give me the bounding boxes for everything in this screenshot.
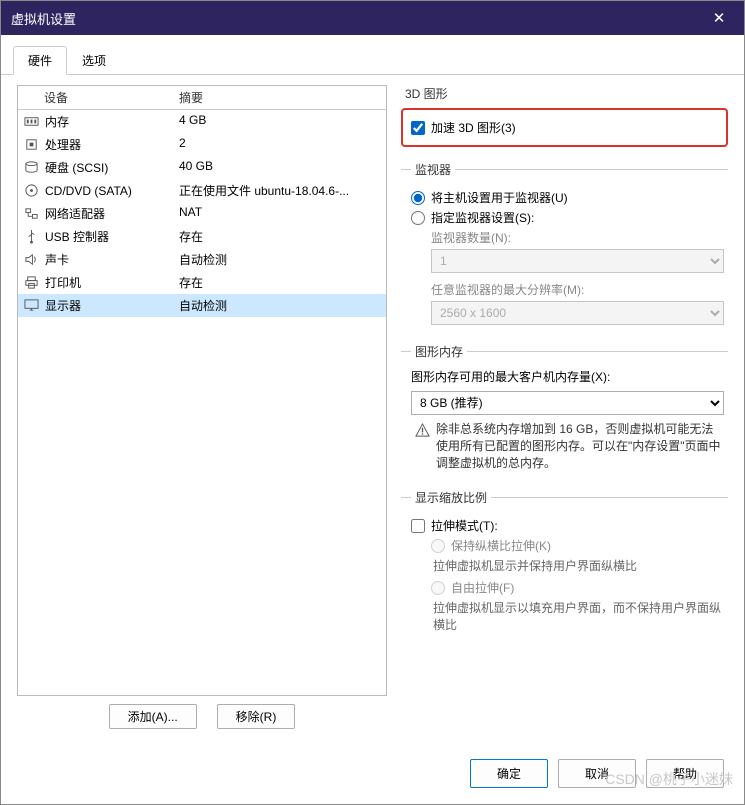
add-device-button[interactable]: 添加(A)... [109,704,197,729]
remove-device-button[interactable]: 移除(R) [217,704,296,729]
device-row-usb[interactable]: USB 控制器 存在 [18,225,386,248]
col-device: 设备 [24,89,179,106]
right-pane: 3D 图形 加速 3D 图形(3) 监视器 将主机设置用于监视器(U) 指定监视… [401,85,728,737]
panel-display-scaling: 显示缩放比例 拉伸模式(T): 保持纵横比拉伸(K) 拉伸虚拟机显示并保持用户界… [401,489,728,647]
use-host-monitor-label[interactable]: 将主机设置用于监视器(U) [431,189,568,206]
free-stretch-radio [431,581,445,595]
max-resolution-label: 任意监视器的最大分辨率(M): [431,281,724,298]
accelerate-3d-label[interactable]: 加速 3D 图形(3) [431,119,516,136]
keep-ratio-label: 保持纵横比拉伸(K) [451,537,551,554]
ok-button[interactable]: 确定 [470,759,548,788]
titlebar: 虚拟机设置 ✕ [1,1,744,35]
monitor-legend: 监视器 [411,161,455,178]
device-row-net[interactable]: 网络适配器 NAT [18,202,386,225]
panel-3d-graphics: 加速 3D 图形(3) [401,108,728,147]
warning-icon [415,423,430,438]
monitor-count-label: 监视器数量(N): [431,229,724,246]
stretch-mode-label[interactable]: 拉伸模式(T): [431,517,498,534]
cpu-icon [24,137,39,152]
keep-ratio-radio [431,539,445,553]
device-row-sound[interactable]: 声卡 自动检测 [18,248,386,271]
device-list: 设备 摘要 内存 4 GB 处理器 2 硬盘 (SCSI) 40 GB CD/ [17,85,387,696]
max-resolution-select: 2560 x 1600 [431,301,724,325]
close-icon[interactable]: ✕ [704,3,734,33]
specify-monitor-radio[interactable] [411,211,425,225]
disk-icon [24,160,39,175]
tab-options[interactable]: 选项 [67,46,121,75]
free-stretch-label: 自由拉伸(F) [451,579,514,596]
specify-monitor-label[interactable]: 指定监视器设置(S): [431,209,534,226]
dialog-footer: 确定 取消 帮助 [1,747,744,804]
gmem-warning-text: 除非总系统内存增加到 16 GB，否则虚拟机可能无法使用所有已配置的图形内存。可… [436,421,724,471]
gmem-legend: 图形内存 [411,343,467,360]
device-actions: 添加(A)... 移除(R) [17,696,387,737]
device-row-cpu[interactable]: 处理器 2 [18,133,386,156]
d3-legend: 3D 图形 [405,85,728,102]
stretch-mode-checkbox[interactable] [411,519,425,533]
cd-icon [24,183,39,198]
display-icon [24,298,39,313]
keep-ratio-desc: 拉伸虚拟机显示并保持用户界面纵横比 [433,558,724,575]
monitor-count-select: 1 [431,249,724,273]
scale-legend: 显示缩放比例 [411,489,491,506]
vm-settings-window: 虚拟机设置 ✕ 硬件 选项 设备 摘要 内存 4 GB 处理器 2 [0,0,745,805]
left-pane: 设备 摘要 内存 4 GB 处理器 2 硬盘 (SCSI) 40 GB CD/ [17,85,387,737]
device-row-disk[interactable]: 硬盘 (SCSI) 40 GB [18,156,386,179]
use-host-monitor-radio[interactable] [411,191,425,205]
accelerate-3d-checkbox[interactable] [411,121,425,135]
graphics-memory-select[interactable]: 8 GB (推荐) [411,391,724,415]
usb-icon [24,229,39,244]
cancel-button[interactable]: 取消 [558,759,636,788]
device-row-memory[interactable]: 内存 4 GB [18,110,386,133]
panel-graphics-memory: 图形内存 图形内存可用的最大客户机内存量(X): 8 GB (推荐) 除非总系统… [401,343,728,481]
help-button[interactable]: 帮助 [646,759,724,788]
memory-icon [24,114,39,129]
tab-hardware[interactable]: 硬件 [13,46,67,75]
sound-icon [24,252,39,267]
col-summary: 摘要 [179,89,380,106]
network-icon [24,206,39,221]
panel-monitor: 监视器 将主机设置用于监视器(U) 指定监视器设置(S): 监视器数量(N): … [401,161,728,335]
device-list-header: 设备 摘要 [18,86,386,110]
window-title: 虚拟机设置 [11,9,704,28]
device-row-cd[interactable]: CD/DVD (SATA) 正在使用文件 ubuntu-18.04.6-... [18,179,386,202]
device-row-printer[interactable]: 打印机 存在 [18,271,386,294]
device-row-display[interactable]: 显示器 自动检测 [18,294,386,317]
gmem-warning-row: 除非总系统内存增加到 16 GB，否则虚拟机可能无法使用所有已配置的图形内存。可… [415,421,724,471]
gmem-label: 图形内存可用的最大客户机内存量(X): [411,368,724,385]
printer-icon [24,275,39,290]
tab-strip: 硬件 选项 [1,39,744,75]
dialog-body: 设备 摘要 内存 4 GB 处理器 2 硬盘 (SCSI) 40 GB CD/ [1,75,744,747]
free-stretch-desc: 拉伸虚拟机显示以填充用户界面，而不保持用户界面纵横比 [433,600,724,634]
